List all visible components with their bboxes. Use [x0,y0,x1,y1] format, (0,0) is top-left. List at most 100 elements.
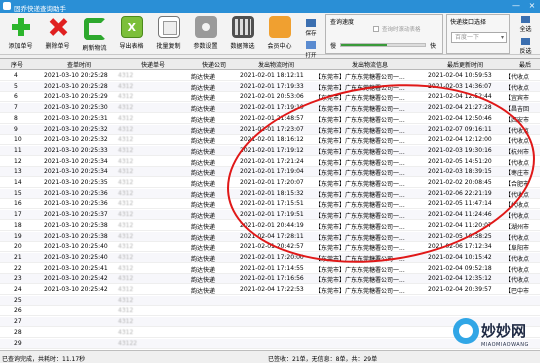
table-cell: 【东莞市】广东东莞糖署公司一... [315,266,405,274]
column-header[interactable]: 快递单号 [118,60,188,69]
scroll-table-label: 查询时滚动表格 [382,27,421,33]
table-cell: 【代收点 [505,191,530,199]
table-row[interactable]: 21 2021-03-10 20:25:40 4312 韵达快递 2021-02-01 … [0,252,540,263]
table-cell: 6 [14,93,18,101]
data-filter-button[interactable]: 数据筛选 [224,15,261,53]
table-cell: 2021-02-01 17:15:51 [240,200,304,208]
column-header[interactable]: 最后 [505,60,540,69]
table-cell: 25 [14,296,22,304]
table-row[interactable]: 26 4312 [0,306,540,317]
invert-selection-button[interactable]: 反选 [512,38,539,55]
table-row[interactable]: 8 2021-03-10 20:25:31 4312 韵达快递 2021-02-01 2… [0,114,540,124]
table-row[interactable]: 6 2021-03-10 20:25:29 4312 韵达快递 2021-02-01 2… [0,92,540,103]
table-row[interactable]: 17 2021-03-10 20:25:37 4312 韵达快递 2021-02-01 … [0,210,540,221]
table-cell: 【巴中市 [505,288,530,295]
table-cell: 15 [14,189,22,197]
column-header[interactable]: 最后更新时间 [428,60,502,69]
selection-group: 全选 反选 [512,14,539,55]
member-center-button[interactable]: 会员中心 [261,15,298,53]
select-all-button[interactable]: 全选 [512,16,539,33]
column-header[interactable]: 快递公司 [191,60,237,69]
table-cell: 韵达快递 [191,116,216,124]
save-label: 保存 [305,31,317,37]
table-row[interactable]: 13 2021-03-10 20:25:34 4312 韵达快递 2021-02-01 … [0,167,540,178]
add-number-button[interactable]: 添加单号 [2,15,39,53]
table-row[interactable]: 19 2021-03-10 20:25:38 4312 韵达快递 2021-02-04 … [0,231,540,242]
table-cell: 2021-02-02 20:08:45 [428,179,492,186]
table-row[interactable]: 24 2021-03-10 20:25:42 4312 韵达快递 2021-02-04 … [0,285,540,295]
table-header: 序号 查单时间 快递单号 快递公司 发出物流时间 发出物流信息 最后更新时间 最后 [0,59,540,70]
column-header[interactable]: 查单时间 [44,60,114,69]
table-row[interactable]: 10 2021-03-10 20:25:32 4312 韵达快递 2021-02-01 … [0,135,540,146]
refresh-logistics-button[interactable]: 刷新物流 [76,15,113,53]
open-button[interactable]: 打开 [302,41,320,59]
export-table-label: 导出表格 [119,43,144,50]
table-row[interactable]: 12 2021-03-10 20:25:34 4312 韵达快递 2021-02-01 … [0,157,540,167]
courier-interface-select[interactable]: 百度一下 ▾ [451,32,507,43]
table-cell: 【代收点 [505,213,530,221]
table-row[interactable]: 16 2021-03-10 20:25:36 4312 韵达快递 2021-02-01 … [0,199,540,210]
table-cell: 【代收点 [505,277,530,285]
settings-button[interactable]: 参数设置 [187,15,224,53]
table-cell: 21 [14,253,22,261]
table-cell: 14 [14,179,22,186]
table-cell: 2021-03-10 20:25:32 [44,125,108,133]
table-cell: 韵达快递 [191,191,216,199]
save-button[interactable]: 保存 [302,19,320,37]
table-row[interactable]: 7 2021-03-10 20:25:30 4312 韵达快递 2021-02-01 1… [0,103,540,114]
table-cell: 【东莞市】广东东莞糖署公司一... [315,138,405,146]
table-cell: 【东莞市】广东东莞糖署公司一... [315,84,405,92]
table-cell: 4312 [118,72,134,79]
delete-x-icon [47,16,69,38]
table-cell: 【西安市 [505,116,530,124]
column-header[interactable]: 序号 [4,60,30,69]
table-row[interactable]: 18 2021-03-10 20:25:38 4312 韵达快递 2021-02-01 … [0,221,540,231]
close-button[interactable]: × [526,1,538,11]
column-header[interactable]: 发出物流信息 [315,60,425,69]
table-cell: 【杭州市 [505,148,530,156]
table-row[interactable]: 25 4312 [0,295,540,306]
tracking-table[interactable]: 序号 查单时间 快递单号 快递公司 发出物流时间 发出物流信息 最后更新时间 最后 4 2021… [0,58,540,350]
table-cell: 22 [14,264,22,272]
table-row[interactable]: 15 2021-03-10 20:25:36 4312 韵达快递 2021-02-01 … [0,188,540,199]
table-cell: 2021-02-01 17:14:55 [240,264,304,272]
table-row[interactable]: 5 2021-03-10 20:25:28 4312 韵达快递 2021-02-01 1… [0,81,540,92]
table-cell: 2021-02-01 20:53:06 [240,93,304,101]
delete-number-button[interactable]: 删除单号 [39,15,76,53]
speed-slider[interactable] [340,43,426,47]
table-cell: 4312 [118,93,134,101]
table-row[interactable]: 4 2021-03-10 20:25:28 4312 韵达快递 2021-02-01 1… [0,71,540,81]
table-cell: 24 [14,286,22,293]
table-cell: 2021-02-01 17:23:07 [240,125,304,133]
table-cell: 【东莞市】广东东莞糖署公司一... [315,95,405,103]
table-row[interactable]: 23 2021-03-10 20:25:42 4312 韵达快递 2021-02-01 … [0,274,540,285]
table-row[interactable]: 9 2021-03-10 20:25:32 4312 韵达快递 2021-02-01 1… [0,124,540,135]
table-cell: 2021-03-10 20:25:33 [44,146,108,154]
table-cell: 【东莞市】广东东莞糖署公司一... [315,255,405,263]
table-cell: 韵达快递 [191,288,216,295]
table-cell: 4312 [118,82,134,90]
query-speed-caption: 查询速度 [330,19,355,26]
table-cell: 29 [14,339,22,347]
table-cell: 韵达快递 [191,106,216,114]
batch-copy-button[interactable]: 批量复制 [150,15,187,53]
table-cell: 5 [14,82,18,90]
table-row[interactable]: 11 2021-03-10 20:25:33 4312 韵达快递 2021-02-01 … [0,145,540,156]
table-row[interactable]: 14 2021-03-10 20:25:35 4312 韵达快递 2021-02-01 … [0,178,540,188]
table-cell: 2021-02-05 14:51:20 [428,157,492,165]
export-table-button[interactable]: 导出表格 [113,15,150,53]
table-cell: 2021-03-10 20:25:32 [44,136,108,144]
table-cell: 2021-02-05 11:47:14 [428,200,492,208]
table-row[interactable]: 20 2021-03-10 20:25:40 4312 韵达快递 2021-02-01 … [0,242,540,253]
table-cell: 【枣庄市 [505,170,530,178]
column-header[interactable]: 发出物流时间 [240,60,312,69]
table-cell: 4312 [118,200,134,208]
minimize-button[interactable]: — [510,1,522,11]
table-cell: 27 [14,318,22,326]
table-row[interactable]: 22 2021-03-10 20:25:41 4312 韵达快递 2021-02-01 … [0,264,540,274]
table-cell: 2021-02-01 17:19:12 [240,146,304,154]
table-cell: 4312 [118,275,134,283]
scroll-table-checkbox[interactable] [373,26,379,32]
table-cell: 韵达快递 [191,170,216,178]
table-cell: 4312 [118,189,134,197]
